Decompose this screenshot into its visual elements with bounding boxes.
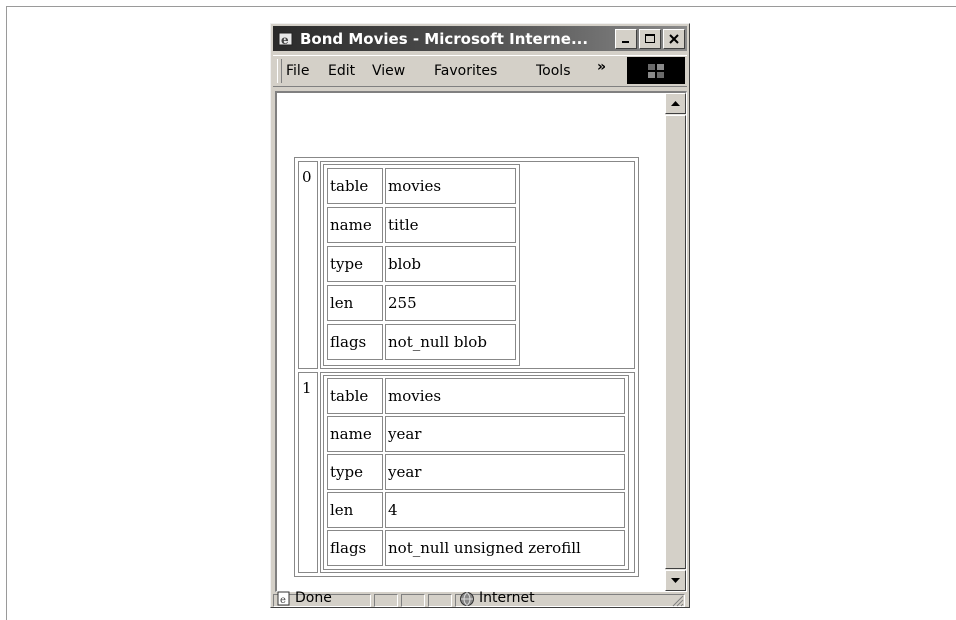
field-value: movies bbox=[385, 168, 516, 204]
scroll-thumb[interactable] bbox=[665, 115, 686, 569]
field-value: 4 bbox=[385, 492, 625, 528]
windows-logo-throbber bbox=[627, 57, 685, 84]
toolbar-grip[interactable] bbox=[277, 59, 282, 83]
browser-window: e Bond Movies - Microsoft Interne... Fil… bbox=[270, 23, 690, 608]
svg-text:e: e bbox=[281, 33, 289, 47]
record-index: 1 bbox=[302, 379, 312, 397]
field-value: not_null blob bbox=[385, 324, 516, 360]
field-value: year bbox=[385, 454, 625, 490]
status-text: Done bbox=[295, 590, 332, 606]
field-value: 255 bbox=[385, 285, 516, 321]
record-index: 0 bbox=[302, 168, 312, 186]
field-key: name bbox=[327, 416, 383, 452]
field-key: flags bbox=[327, 530, 383, 566]
field-value: blob bbox=[385, 246, 516, 282]
field-value: movies bbox=[385, 378, 625, 414]
index-cell bbox=[298, 372, 318, 573]
svg-text:e: e bbox=[280, 595, 286, 606]
menu-favorites[interactable]: Favorites bbox=[434, 63, 497, 79]
page-content: 0 table movies name title type blob len … bbox=[277, 93, 663, 591]
menu-view[interactable]: View bbox=[372, 63, 405, 79]
menu-edit[interactable]: Edit bbox=[328, 63, 355, 79]
status-bar: e Done Internet bbox=[273, 590, 687, 607]
maximize-button[interactable] bbox=[639, 28, 661, 49]
scroll-up-button[interactable] bbox=[665, 93, 686, 114]
field-key: type bbox=[327, 454, 383, 490]
status-pane bbox=[374, 594, 398, 607]
menu-overflow-chevron[interactable]: » bbox=[597, 59, 606, 75]
field-key: flags bbox=[327, 324, 383, 360]
index-cell bbox=[298, 161, 318, 369]
status-pane bbox=[428, 594, 452, 607]
field-value: not_null unsigned zerofill bbox=[385, 530, 625, 566]
menu-bar: File Edit View Favorites Tools » bbox=[273, 55, 687, 87]
field-key: table bbox=[327, 378, 383, 414]
page-viewport: 0 table movies name title type blob len … bbox=[275, 91, 687, 592]
title-bar[interactable]: e Bond Movies - Microsoft Interne... bbox=[273, 26, 687, 51]
scroll-down-button[interactable] bbox=[665, 570, 686, 591]
ie-icon: e bbox=[277, 30, 295, 48]
field-value: title bbox=[385, 207, 516, 243]
globe-icon bbox=[459, 591, 475, 611]
close-button[interactable] bbox=[663, 28, 685, 49]
minimize-button[interactable] bbox=[615, 28, 637, 49]
field-key: name bbox=[327, 207, 383, 243]
field-key: len bbox=[327, 492, 383, 528]
vertical-scrollbar[interactable] bbox=[665, 93, 686, 591]
zone-label: Internet bbox=[479, 590, 535, 606]
menu-file[interactable]: File bbox=[286, 63, 309, 79]
page-icon: e bbox=[276, 591, 292, 611]
status-pane bbox=[401, 594, 425, 607]
menu-tools[interactable]: Tools bbox=[536, 63, 592, 79]
resize-grip[interactable] bbox=[671, 592, 684, 611]
window-title: Bond Movies - Microsoft Interne... bbox=[300, 29, 589, 48]
field-key: type bbox=[327, 246, 383, 282]
field-key: len bbox=[327, 285, 383, 321]
field-value: year bbox=[385, 416, 625, 452]
field-key: table bbox=[327, 168, 383, 204]
